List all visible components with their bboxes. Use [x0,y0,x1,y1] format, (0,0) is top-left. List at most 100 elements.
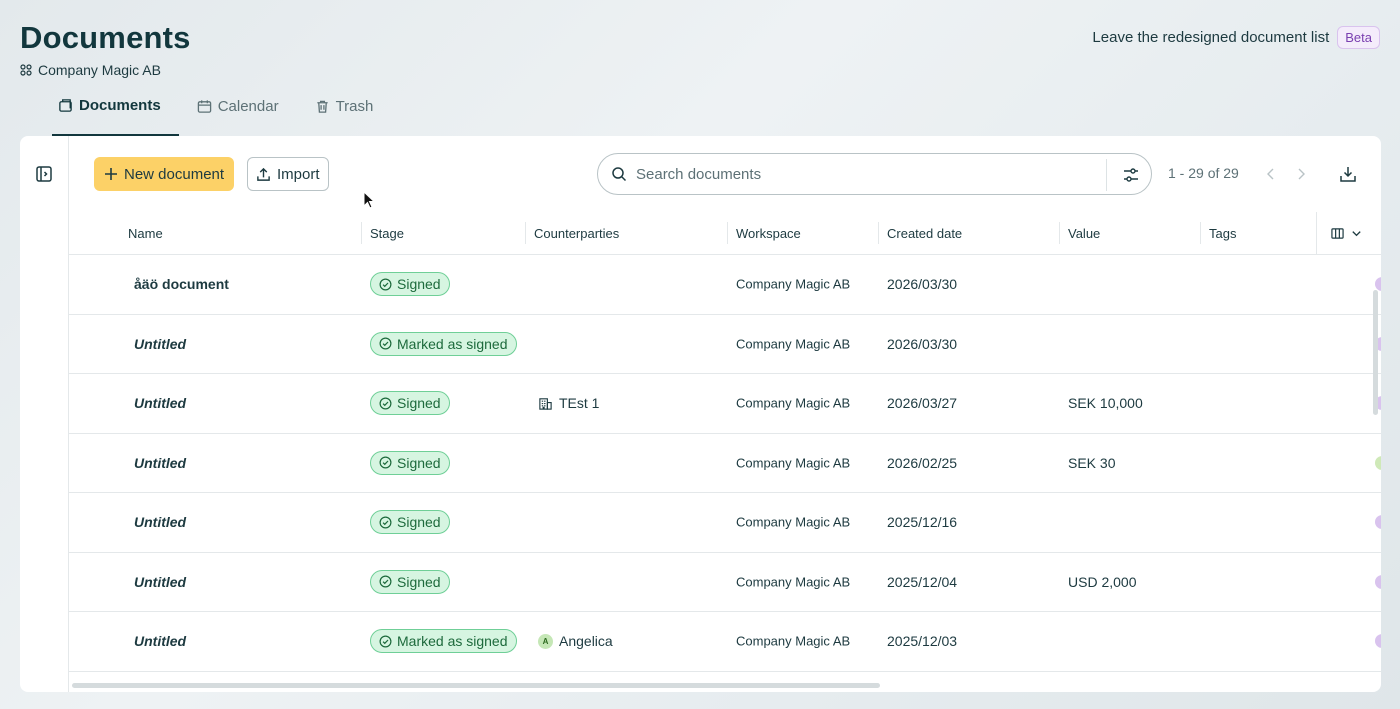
tab-documents[interactable]: Documents [52,84,179,136]
side-rail [20,136,69,692]
tab-documents-label[interactable]: Documents [79,97,161,114]
stage-cell: Marked as signed [370,331,517,356]
column-separator[interactable] [1059,222,1060,244]
status-badge: Signed [370,450,450,475]
table-row[interactable]: Untitled Signed Company Magic AB 2025/12… [69,553,1381,612]
download-icon[interactable] [1339,165,1357,183]
column-name[interactable]: Name [128,226,163,241]
stage-cell: Signed [370,569,450,594]
created-date-cell: 2025/12/03 [887,633,958,650]
column-separator[interactable] [878,222,879,244]
plus-icon [105,168,117,180]
leave-redesign-link[interactable]: Leave the redesigned document list Beta [1092,26,1380,49]
document-name[interactable]: Untitled [134,336,186,352]
workspace-cell: Company Magic AB [736,455,851,471]
search-box[interactable] [597,153,1152,195]
document-name[interactable]: åäö document [134,276,229,292]
documents-table: Name Stage Counterparties Workspace Crea… [69,212,1381,692]
status-label: Signed [397,514,441,531]
status-label: Marked as signed [397,335,508,352]
status-label: Signed [397,395,441,412]
column-created-date[interactable]: Created date [887,226,962,241]
check-circle-icon [379,397,392,410]
new-document-button[interactable]: New document [94,157,235,191]
leave-redesign-text[interactable]: Leave the redesigned document list [1092,29,1329,46]
column-separator[interactable] [727,222,728,244]
stage-cell: Signed [370,272,450,297]
pagination-count: 1 - 29 of 29 [1168,165,1239,181]
table-header: Name Stage Counterparties Workspace Crea… [69,212,1381,255]
status-badge: Marked as signed [370,629,517,654]
tab-trash-label[interactable]: Trash [336,98,374,115]
status-badge: Signed [370,510,450,535]
tag-avatar [1375,634,1381,649]
tag-avatar [1375,455,1381,470]
column-tags[interactable]: Tags [1209,226,1236,241]
created-date-cell: 2026/03/30 [887,335,958,352]
toggle-sidebar-icon[interactable] [35,165,53,183]
table-row[interactable]: Untitled Marked as signed Company Magic … [69,315,1381,374]
import-label[interactable]: Import [277,166,320,183]
value-cell: SEK 30 [1068,454,1116,471]
documents-panel: New document Import 1 - 29 of 29 Name St… [20,136,1381,692]
created-date-cell: 2025/12/04 [887,573,958,590]
vertical-scrollbar[interactable] [1373,290,1378,415]
column-workspace[interactable]: Workspace [736,226,801,241]
import-button[interactable]: Import [247,157,329,191]
table-row[interactable]: Untitled Marked as signed A Angelica Comp… [69,612,1381,672]
check-circle-icon [379,575,392,588]
filter-icon[interactable] [1122,166,1140,184]
documents-icon [59,98,72,112]
tab-trash[interactable]: Trash [309,84,392,128]
created-date-cell: 2026/03/27 [887,395,958,412]
column-stage[interactable]: Stage [370,226,404,241]
counterparty-cell: TEst 1 [538,395,599,411]
document-name[interactable]: Untitled [134,395,186,411]
status-label: Signed [397,276,441,293]
column-separator[interactable] [1200,222,1201,244]
stage-cell: Marked as signed [370,629,517,654]
calendar-icon [197,99,211,113]
column-separator[interactable] [525,222,526,244]
status-label: Signed [397,454,441,471]
table-row[interactable]: åäö document Signed Company Magic AB 202… [69,255,1381,315]
workspace-cell: Company Magic AB [736,633,851,649]
status-badge: Marked as signed [370,331,517,356]
tab-calendar[interactable]: Calendar [191,84,297,128]
table-row[interactable]: Untitled Signed Company Magic AB 2026/02… [69,434,1381,493]
trash-icon [316,100,328,113]
counterparty-name: TEst 1 [559,395,600,412]
document-name[interactable]: Untitled [134,574,186,590]
check-circle-icon [379,456,392,469]
mouse-cursor-icon [363,191,375,209]
document-name[interactable]: Untitled [134,455,186,471]
table-row[interactable]: Untitled Signed Company Magic AB 2025/12… [69,493,1381,553]
document-name[interactable]: Untitled [134,633,186,649]
tab-calendar-label[interactable]: Calendar [218,98,279,115]
column-counterparties[interactable]: Counterparties [534,226,619,241]
search-input[interactable] [636,165,1076,183]
column-value[interactable]: Value [1068,226,1100,241]
column-separator[interactable] [361,222,362,244]
counterparty-cell: A Angelica [538,633,613,649]
stage-cell: Signed [370,450,450,475]
columns-icon [1331,228,1344,239]
status-badge: Signed [370,569,450,594]
document-name[interactable]: Untitled [134,514,186,530]
table-row[interactable]: Untitled Signed TEst 1 Company Magic AB … [69,374,1381,434]
workspace-cell: Company Magic AB [736,574,851,590]
toolbar: New document Import 1 - 29 of 29 [94,153,1381,195]
chevron-left-icon[interactable] [1263,166,1279,182]
status-label: Marked as signed [397,633,508,650]
column-selector[interactable] [1316,212,1381,255]
search-icon [612,167,627,182]
created-date-cell: 2025/12/16 [887,514,958,531]
status-badge: Signed [370,272,450,297]
workspace-cell: Company Magic AB [736,336,851,352]
horizontal-scrollbar[interactable] [72,683,880,688]
chevron-right-icon[interactable] [1293,166,1309,182]
building-icon [539,398,552,410]
stage-cell: Signed [370,391,450,416]
new-document-label[interactable]: New document [124,166,224,183]
workspace-label: Company Magic AB [20,62,161,78]
